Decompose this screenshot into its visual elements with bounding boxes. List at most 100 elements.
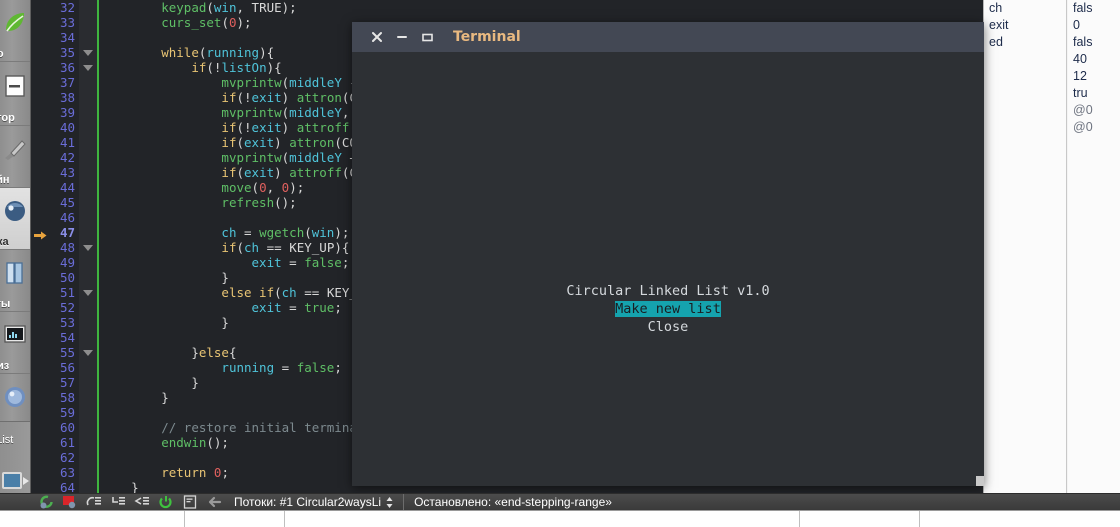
fold-toggle[interactable] — [79, 285, 97, 300]
step-over-icon[interactable] — [82, 494, 106, 511]
fold-toggle[interactable] — [79, 60, 97, 75]
sidebar-item-label: кты — [0, 298, 11, 310]
continue-debug-icon[interactable] — [34, 494, 58, 511]
code-token: mvprintw — [221, 75, 282, 90]
debug-toolbar[interactable]: Потоки: #1 Circular2waysLi Остановлено: … — [0, 493, 1120, 511]
sidebar-item-5[interactable]: лиз — [0, 312, 30, 374]
chevron-down-icon[interactable] — [83, 290, 93, 296]
terminal-window[interactable]: Terminal Circular Linked List v1.0 Make n… — [352, 22, 984, 486]
code-token: exit — [251, 90, 282, 105]
sidebar-item-1[interactable]: стор — [0, 62, 30, 126]
code-token: ( — [304, 225, 312, 240]
chevron-right-icon[interactable] — [23, 477, 29, 485]
terminal-titlebar[interactable]: Terminal — [352, 22, 984, 52]
code-fold-column[interactable] — [79, 0, 97, 493]
variable-name[interactable]: ch — [984, 0, 1066, 17]
fold-toggle[interactable] — [79, 240, 97, 255]
variables-panel[interactable]: ch exit ed fals 0 fals 40 12 tru @0 @0 — [983, 0, 1120, 493]
code-token: ) — [274, 135, 290, 150]
terminal-menu-selected[interactable]: Make new list — [615, 301, 721, 317]
sidebar-item-3[interactable]: дка — [0, 188, 30, 250]
line-number: 53 — [59, 315, 75, 330]
line-number-gutter: 32 33 34 35 36 37 38 39 40 41 42 43 44 45 46 47 48 49 50 51… — [31, 0, 79, 493]
code-token: ); — [236, 15, 252, 30]
terminal-menu-item: Circular Linked List v1.0 — [566, 283, 770, 299]
line-number: 40 — [59, 120, 75, 135]
line-number: 42 — [59, 150, 75, 165]
code-token: attron — [289, 135, 335, 150]
minimize-icon[interactable] — [391, 27, 413, 47]
fold-toggle — [79, 0, 97, 15]
code-token: = — [274, 360, 297, 375]
code-token: = — [281, 300, 305, 315]
sidebar-item-label: лиз — [0, 360, 10, 372]
threads-selector[interactable]: Потоки: #1 Circular2waysLi — [226, 495, 381, 509]
chevron-down-icon[interactable] — [83, 65, 93, 71]
code-token: else — [198, 345, 229, 360]
fold-toggle — [79, 180, 97, 195]
code-token: if — [191, 60, 207, 75]
chevron-down-icon[interactable] — [83, 50, 93, 56]
step-into-icon[interactable] — [106, 494, 130, 511]
terminal-scrollbar-thumb[interactable] — [976, 476, 984, 486]
code-token: ( — [206, 0, 214, 15]
close-icon[interactable] — [366, 27, 388, 47]
fold-toggle[interactable] — [79, 345, 97, 360]
analyze-icon — [2, 322, 28, 348]
code-token: refresh — [221, 195, 275, 210]
sidebar-item-2[interactable]: айн — [0, 126, 30, 188]
line-number: 57 — [59, 375, 75, 390]
debug-status-text: Остановлено: «end-stepping-range» — [414, 495, 612, 509]
code-token: ; — [341, 255, 350, 270]
line-number: 39 — [59, 105, 75, 120]
chevron-down-icon[interactable] — [83, 245, 93, 251]
fold-toggle — [79, 15, 97, 30]
fold-toggle — [79, 435, 97, 450]
chevron-down-icon[interactable] — [83, 350, 93, 356]
line-number: 41 — [59, 135, 75, 150]
variable-name[interactable]: exit — [984, 17, 1066, 34]
threads-stepper-icon[interactable] — [381, 494, 397, 511]
terminal-body[interactable]: Circular Linked List v1.0 Make new list Cl… — [352, 52, 984, 486]
terminal-scrollbar[interactable] — [976, 52, 984, 486]
code-token: curs_set — [161, 15, 222, 30]
sidebar-bottom-tab-label: edList — [0, 434, 14, 446]
step-out-icon[interactable] — [130, 494, 154, 511]
code-token: ( — [221, 15, 229, 30]
code-token: keypad — [161, 0, 207, 15]
code-token: } — [191, 345, 199, 360]
code-token: (! — [206, 60, 222, 75]
code-token: , — [236, 0, 252, 15]
sidebar-item-label: стор — [0, 112, 15, 124]
toggle-console-icon[interactable] — [178, 494, 202, 511]
stop-debug-icon[interactable] — [58, 494, 82, 511]
fold-toggle — [79, 90, 97, 105]
variable-name[interactable]: ed — [984, 34, 1066, 51]
code-token: while — [161, 45, 199, 60]
back-icon[interactable] — [202, 494, 226, 511]
fold-toggle — [79, 375, 97, 390]
sidebar-item-0[interactable]: ло — [0, 0, 30, 62]
code-token: ); — [289, 180, 305, 195]
fold-toggle[interactable] — [79, 45, 97, 60]
code-token: return — [161, 465, 207, 480]
line-number: 38 — [59, 90, 75, 105]
line-number: 56 — [59, 360, 75, 375]
maximize-icon[interactable] — [416, 27, 438, 47]
code-token: (! — [236, 90, 252, 105]
code-line[interactable]: keypad(win, TRUE); — [101, 0, 983, 15]
sidebar-item-4[interactable]: кты — [0, 250, 30, 312]
variables-name-column: ch exit ed — [984, 0, 1067, 493]
code-token: attron — [296, 90, 342, 105]
sidebar-bottom-tab[interactable]: edList — [0, 421, 30, 493]
code-token: ( — [236, 165, 245, 180]
run-to-cursor-icon[interactable] — [154, 494, 178, 511]
code-token: ( — [334, 135, 342, 150]
fold-toggle — [79, 300, 97, 315]
